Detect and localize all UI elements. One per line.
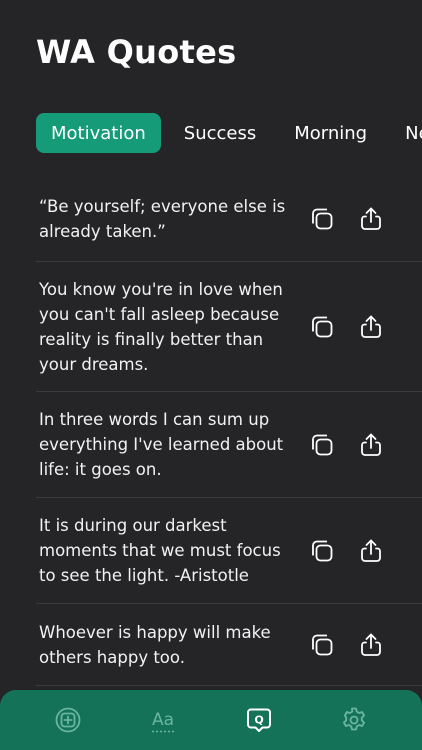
quote-list: “Be yourself; everyone else is already t… [36, 177, 422, 686]
quote-actions [308, 313, 385, 341]
copy-icon [312, 434, 333, 455]
font-icon-label: Aa [152, 710, 174, 730]
quote-bubble-icon: Q [246, 708, 271, 732]
share-button[interactable] [357, 313, 385, 341]
quote-text: Whoever is happy will make others happy … [39, 622, 271, 667]
share-button[interactable] [357, 631, 385, 659]
tab-motivation[interactable]: Motivation [36, 113, 161, 153]
category-tabs: Motivation Success Morning Ne [36, 113, 422, 153]
copy-icon [312, 634, 333, 655]
share-button[interactable] [357, 431, 385, 459]
share-icon [361, 315, 381, 338]
bottom-nav: Aa Q [0, 690, 422, 750]
copy-icon [312, 540, 333, 561]
quote-text: In three words I can sum up everything I… [39, 410, 284, 479]
copy-button[interactable] [308, 313, 336, 341]
nav-fonts-button[interactable]: Aa [138, 698, 188, 742]
gear-icon [343, 707, 366, 731]
app-title: WA Quotes [36, 33, 237, 71]
nav-quotes-button[interactable]: Q [234, 698, 284, 742]
tab-success[interactable]: Success [169, 113, 271, 153]
tab-next[interactable]: Ne [390, 113, 422, 153]
quote-item: It is during our darkest moments that we… [36, 498, 422, 604]
share-button[interactable] [357, 205, 385, 233]
quote-bubble-label: Q [254, 714, 263, 727]
quote-text: It is during our darkest moments that we… [39, 516, 281, 585]
quote-item: In three words I can sum up everything I… [36, 392, 422, 498]
add-square-icon [55, 707, 81, 733]
nav-settings-button[interactable] [329, 698, 379, 742]
quote-text: “Be yourself; everyone else is already t… [39, 197, 286, 241]
quote-actions [308, 537, 385, 565]
quote-item: Whoever is happy will make others happy … [36, 604, 422, 686]
copy-button[interactable] [308, 631, 336, 659]
share-icon [361, 433, 381, 456]
quote-actions [308, 631, 385, 659]
share-button[interactable] [357, 537, 385, 565]
font-icon: Aa [152, 710, 174, 733]
copy-icon [312, 316, 333, 337]
nav-home-button[interactable] [43, 698, 93, 742]
copy-button[interactable] [308, 431, 336, 459]
share-icon [361, 207, 381, 230]
tab-morning[interactable]: Morning [279, 113, 382, 153]
share-icon [361, 633, 381, 656]
copy-button[interactable] [308, 537, 336, 565]
quote-actions [308, 431, 385, 459]
quote-actions [308, 205, 385, 233]
copy-icon [312, 208, 333, 230]
copy-button[interactable] [308, 205, 336, 233]
share-icon [361, 539, 381, 562]
quote-item: “Be yourself; everyone else is already t… [36, 177, 422, 262]
quote-item: You know you're in love when you can't f… [36, 262, 422, 392]
quote-text: You know you're in love when you can't f… [39, 279, 283, 374]
